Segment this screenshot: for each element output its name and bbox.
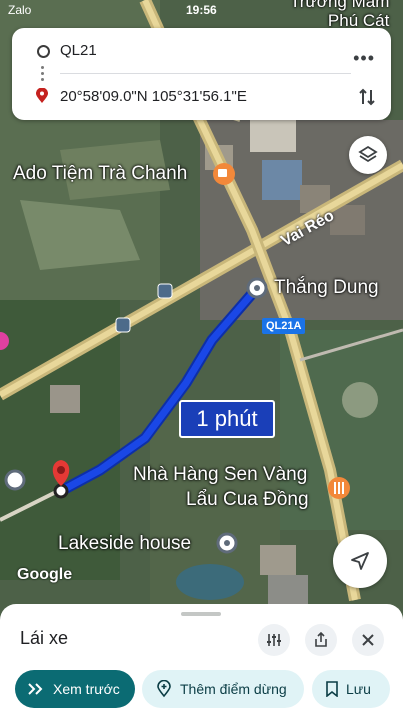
google-watermark: Google [17, 566, 73, 583]
status-carrier: Zalo [8, 3, 32, 17]
preview-label: Xem trước [53, 681, 120, 697]
layers-icon [358, 145, 378, 163]
swap-icon[interactable] [359, 87, 375, 112]
save-button[interactable]: Lưu [312, 670, 390, 708]
map-label-top-place[interactable]: Trường Mầm Phú Cát [290, 0, 389, 30]
map-label-restaurant-line2[interactable]: Lẩu Cua Đồng [186, 489, 309, 511]
origin-row[interactable]: QL21 ••• [12, 40, 391, 68]
bookmark-icon [326, 681, 338, 697]
share-icon [315, 632, 327, 647]
more-icon[interactable]: ••• [353, 48, 375, 69]
navigate-icon [351, 552, 369, 570]
status-time: 19:56 [186, 3, 217, 17]
close-icon [362, 634, 374, 646]
layers-button[interactable] [349, 136, 387, 174]
tune-icon [267, 634, 281, 646]
destination-field[interactable]: 20°58'09.0"N 105°31'56.1"E [60, 88, 247, 105]
save-label: Lưu [346, 681, 371, 697]
map-label-cafe[interactable]: Ado Tiệm Trà Chanh [13, 163, 187, 185]
add-stop-button[interactable]: Thêm điểm dừng [142, 670, 304, 708]
origin-field[interactable]: QL21 [60, 42, 97, 59]
route-dots [41, 66, 44, 82]
directions-card: QL21 ••• 20°58'09.0"N 105°31'56.1"E [12, 28, 391, 120]
circle-origin-icon [37, 45, 50, 58]
bottom-sheet: Lái xe Xem trước Thêm điểm dừng Lưu [0, 604, 403, 717]
sheet-handle[interactable] [181, 612, 221, 616]
road-badge: QL21A [262, 318, 306, 334]
eta-label[interactable]: 1 phút [179, 400, 275, 438]
preview-button[interactable]: Xem trước [15, 670, 135, 708]
share-button[interactable] [305, 624, 337, 656]
options-button[interactable] [258, 624, 290, 656]
recenter-button[interactable] [333, 534, 387, 588]
map-label-start-place[interactable]: Thắng Dung [274, 277, 379, 299]
chevrons-icon [28, 683, 43, 695]
add-stop-label: Thêm điểm dừng [180, 681, 287, 697]
close-button[interactable] [352, 624, 384, 656]
pin-icon [36, 87, 48, 109]
map-label-restaurant-line1[interactable]: Nhà Hàng Sen Vàng [133, 464, 307, 486]
divider [60, 73, 351, 74]
destination-row[interactable]: 20°58'09.0"N 105°31'56.1"E [12, 86, 391, 110]
map-label-lakeside[interactable]: Lakeside house [58, 533, 191, 555]
add-location-icon [157, 680, 171, 698]
travel-mode-title: Lái xe [20, 628, 69, 648]
